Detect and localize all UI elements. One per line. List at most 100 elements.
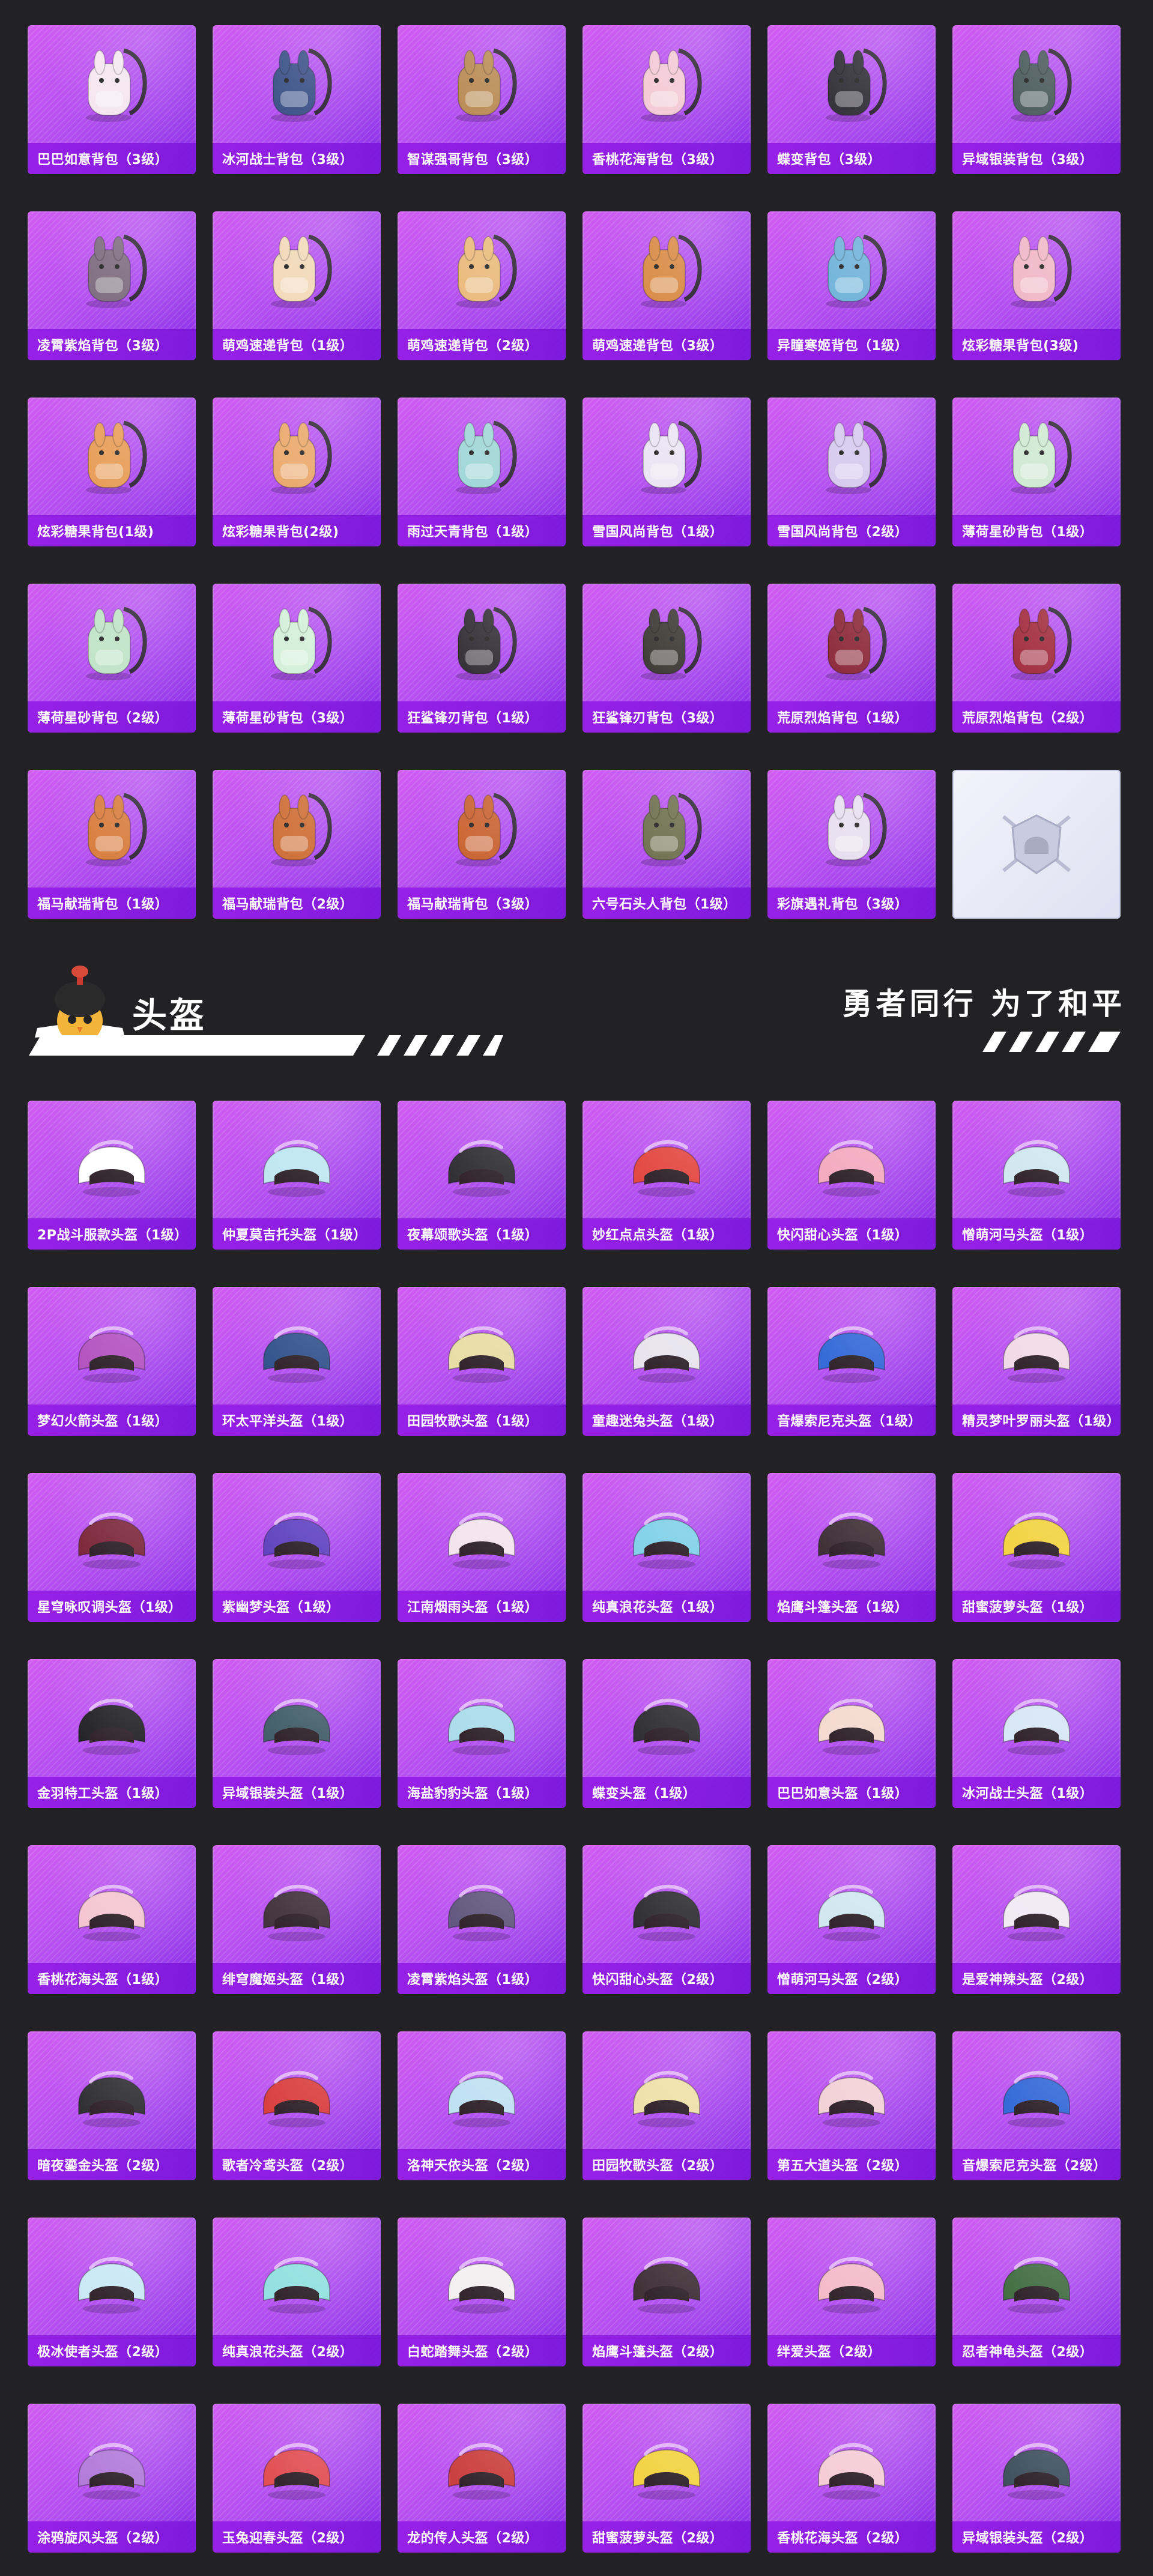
backpack-card[interactable]: 薄荷星砂背包（2级） [28, 584, 196, 733]
helmet-label: 江南烟雨头盔（1级） [407, 1600, 539, 1615]
label-bar: 玉兔迎春头盔（2级） [213, 2521, 381, 2553]
helmet-card[interactable]: 憎萌河马头盔（1级） [952, 1101, 1121, 1250]
backpack-card[interactable]: 冰河战士背包（3级） [213, 25, 381, 174]
backpack-card[interactable]: 凌霄紫焰背包（3级） [28, 211, 196, 360]
helmet-card[interactable]: 快闪甜心头盔（2级） [583, 1845, 751, 1994]
backpack-label: 福马献瑞背包（1级） [37, 897, 169, 912]
helmet-icon [806, 1486, 897, 1576]
helmet-card[interactable]: 仲夏莫吉托头盔（1级） [213, 1101, 381, 1250]
helmet-card[interactable]: 绯穹魔姬头盔（1级） [213, 1845, 381, 1994]
helmet-card[interactable]: 童趣迷兔头盔（1级） [583, 1287, 751, 1436]
backpack-card[interactable]: 福马献瑞背包（2级） [213, 770, 381, 919]
helmet-label: 第五大道头盔（2级） [777, 2159, 909, 2174]
helmet-card[interactable]: 焰鹰斗篷头盔（1级） [767, 1473, 936, 1622]
backpack-card[interactable]: 彩旗遇礼背包（3级） [767, 770, 936, 919]
backpack-label: 福马献瑞背包（2级） [222, 897, 354, 912]
helmet-card[interactable]: 精灵梦叶罗丽头盔（1级） [952, 1287, 1121, 1436]
helmet-card[interactable]: 音爆索尼克头盔（1级） [767, 1287, 936, 1436]
helmet-card[interactable]: 2P战斗服款头盔（1级） [28, 1101, 196, 1250]
helmet-card[interactable]: 金羽特工头盔（1级） [28, 1659, 196, 1808]
backpack-card[interactable]: 异瞳寒姬背包（1级） [767, 211, 936, 360]
helmet-card[interactable]: 暗夜鎏金头盔（2级） [28, 2031, 196, 2180]
helmet-card[interactable]: 白蛇踏舞头盔（2级） [398, 2218, 566, 2366]
backpack-label: 薄荷星砂背包（2级） [37, 711, 169, 726]
backpack-card[interactable]: 狂鲨锋刃背包（1级） [398, 584, 566, 733]
helmet-icon [437, 1114, 527, 1204]
label-bar: 涂鸦旋风头盔（2级） [28, 2521, 196, 2553]
helmet-card[interactable]: 憎萌河马头盔（2级） [767, 1845, 936, 1994]
backpack-card[interactable]: 荒原烈焰背包（1级） [767, 584, 936, 733]
helmet-card[interactable]: 玉兔迎春头盔（2级） [213, 2404, 381, 2553]
helmet-card[interactable]: 田园牧歌头盔（2级） [583, 2031, 751, 2180]
helmet-card[interactable]: 海盐豹豹头盔（1级） [398, 1659, 566, 1808]
helmet-card[interactable]: 夜幕颂歌头盔（1级） [398, 1101, 566, 1250]
backpack-label: 萌鸡速递背包（3级） [592, 339, 724, 354]
label-bar: 甜蜜菠萝头盔（2级） [583, 2521, 751, 2553]
helmet-card[interactable]: 忍者神龟头盔（2级） [952, 2218, 1121, 2366]
helmet-card[interactable]: 巴巴如意头盔（1级） [767, 1659, 936, 1808]
helmet-card[interactable]: 极冰使者头盔（2级） [28, 2218, 196, 2366]
helmet-card[interactable]: 龙的传人头盔（2级） [398, 2404, 566, 2553]
helmet-card[interactable]: 第五大道头盔（2级） [767, 2031, 936, 2180]
helmet-card[interactable]: 凌霄紫焰头盔（1级） [398, 1845, 566, 1994]
backpack-label: 狂鲨锋刃背包（3级） [592, 711, 724, 726]
backpack-card[interactable]: 雪国风尚背包（2级） [767, 398, 936, 546]
helmet-card[interactable]: 纯真浪花头盔（1级） [583, 1473, 751, 1622]
helmet-card[interactable]: 绊爱头盔（2级） [767, 2218, 936, 2366]
helmet-card[interactable]: 洛神天依头盔（2级） [398, 2031, 566, 2180]
backpack-card[interactable]: 薄荷星砂背包（1级） [952, 398, 1121, 546]
helmet-card[interactable]: 音爆索尼克头盔（2级） [952, 2031, 1121, 2180]
helmet-icon [806, 2231, 897, 2321]
helmet-card[interactable]: 焰鹰斗篷头盔（2级） [583, 2218, 751, 2366]
helmet-label: 憎萌河马头盔（2级） [777, 1973, 909, 1988]
backpack-card[interactable]: 萌鸡速递背包（3级） [583, 211, 751, 360]
helmet-card[interactable]: 蝶变头盔（1级） [583, 1659, 751, 1808]
helmet-icon [437, 1672, 527, 1762]
backpack-card[interactable]: 雪国风尚背包（1级） [583, 398, 751, 546]
helmet-card[interactable]: 甜蜜菠萝头盔（1级） [952, 1473, 1121, 1622]
backpack-card[interactable]: 萌鸡速递背包（2级） [398, 211, 566, 360]
helmet-card[interactable]: 梦幻火箭头盔（1级） [28, 1287, 196, 1436]
backpack-card[interactable]: 雨过天青背包（1级） [398, 398, 566, 546]
helmet-card[interactable]: 涂鸦旋风头盔（2级） [28, 2404, 196, 2553]
helmet-card[interactable]: 纯真浪花头盔（2级） [213, 2218, 381, 2366]
backpack-card[interactable]: 智谋强哥背包（3级） [398, 25, 566, 174]
helmet-card[interactable]: 香桃花海头盔（1级） [28, 1845, 196, 1994]
helmet-card[interactable]: 环太平洋头盔（1级） [213, 1287, 381, 1436]
armored-backpack-icon [252, 38, 342, 128]
backpack-label: 凌霄紫焰背包（3级） [37, 339, 169, 354]
backpack-card[interactable]: 炫彩糖果背包(1级) [28, 398, 196, 546]
backpack-card[interactable]: 香桃花海背包（3级） [583, 25, 751, 174]
helmet-card[interactable]: 田园牧歌头盔（1级） [398, 1287, 566, 1436]
helmet-label: 紫幽梦头盔（1级） [222, 1600, 340, 1615]
helmet-card[interactable]: 快闪甜心头盔（1级） [767, 1101, 936, 1250]
helmet-card[interactable]: 异域银装头盔（2级） [952, 2404, 1121, 2553]
label-bar: 雨过天青背包（1级） [398, 515, 566, 546]
helmet-card[interactable]: 冰河战士头盔（1级） [952, 1659, 1121, 1808]
backpack-card[interactable]: 炫彩糖果背包(2级) [213, 398, 381, 546]
helmet-card[interactable]: 是爱神辣头盔（2级） [952, 1845, 1121, 1994]
backpack-card[interactable]: 福马献瑞背包（1级） [28, 770, 196, 919]
backpack-card[interactable]: 蝶变背包（3级） [767, 25, 936, 174]
backpack-card[interactable]: 炫彩糖果背包(3级) [952, 211, 1121, 360]
backpack-card[interactable]: 福马献瑞背包（3级） [398, 770, 566, 919]
helmet-card[interactable]: 妙红点点头盔（1级） [583, 1101, 751, 1250]
backpack-card[interactable]: 异域银装背包（3级） [952, 25, 1121, 174]
helmet-card[interactable]: 异域银装头盔（1级） [213, 1659, 381, 1808]
backpack-label: 萌鸡速递背包（1级） [222, 339, 354, 354]
helmet-card[interactable]: 香桃花海头盔（2级） [767, 2404, 936, 2553]
helmet-card[interactable]: 歌者冷鸢头盔（2级） [213, 2031, 381, 2180]
backpack-card[interactable]: 萌鸡速递背包（1级） [213, 211, 381, 360]
backpack-card[interactable]: 巴巴如意背包（3级） [28, 25, 196, 174]
backpack-card[interactable]: 狂鲨锋刃背包（3级） [583, 584, 751, 733]
donut-backpack-icon [67, 411, 157, 501]
backpack-card[interactable]: 薄荷星砂背包（3级） [213, 584, 381, 733]
backpack-card[interactable]: 荒原烈焰背包（2级） [952, 584, 1121, 733]
helmet-card[interactable]: 紫幽梦头盔（1级） [213, 1473, 381, 1622]
backpack-card[interactable]: 六号石头人背包（1级） [583, 770, 751, 919]
helmet-card[interactable]: 甜蜜菠萝头盔（2级） [583, 2404, 751, 2553]
helmet-card[interactable]: 星穹咏叹调头盔（1级） [28, 1473, 196, 1622]
helmet-label: 歌者冷鸢头盔（2级） [222, 2159, 354, 2174]
label-bar: 异域银装头盔（2级） [952, 2521, 1121, 2553]
helmet-card[interactable]: 江南烟雨头盔（1级） [398, 1473, 566, 1622]
